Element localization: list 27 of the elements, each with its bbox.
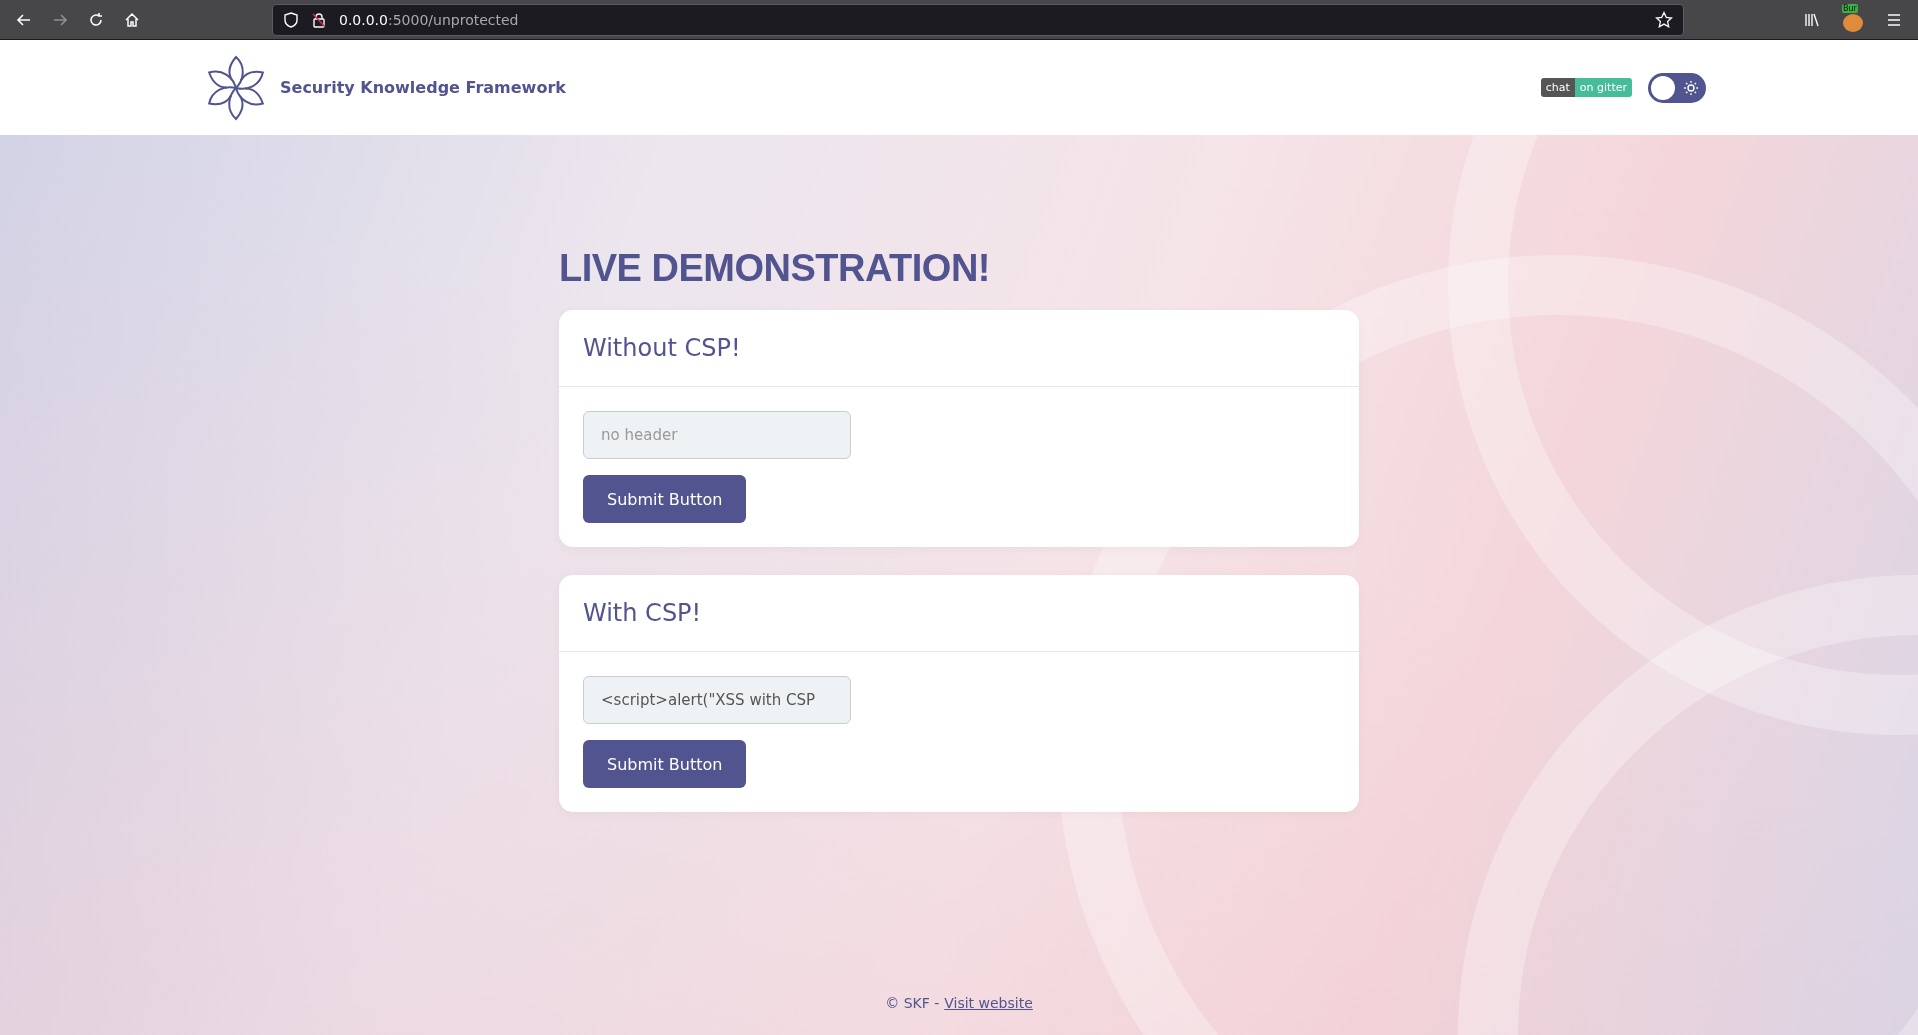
input-field[interactable]: no header <box>583 411 851 459</box>
input-field[interactable]: <script>alert("XSS with CSP <box>583 676 851 724</box>
shield-icon <box>283 11 299 28</box>
reload-icon[interactable] <box>88 11 104 28</box>
address-bar[interactable]: 0.0.0.0:5000/unprotected <box>272 3 1684 36</box>
star-icon[interactable] <box>1655 10 1673 29</box>
sun-icon <box>1683 79 1699 96</box>
submit-button[interactable]: Submit Button <box>583 740 747 788</box>
copyright-text: © SKF - <box>885 995 940 1011</box>
extension-icon[interactable] <box>1843 13 1863 32</box>
home-icon[interactable] <box>124 11 140 28</box>
card-title: With CSP! <box>583 599 703 627</box>
library-icon[interactable] <box>1804 11 1820 28</box>
url-host: 0.0.0.0 <box>339 11 388 28</box>
url-path: :5000/unprotected <box>388 11 519 28</box>
submit-button[interactable]: Submit Button <box>583 475 747 523</box>
brand-name[interactable]: Security Knowledge Framework <box>280 78 566 97</box>
back-arrow-icon[interactable] <box>16 11 32 28</box>
page-title: LIVE DEMONSTRATION! <box>559 247 991 290</box>
card-title: Without CSP! <box>583 334 742 362</box>
extension-badge: Bur <box>1842 3 1858 13</box>
website-link[interactable]: Visit website <box>944 995 1033 1011</box>
flower-logo-icon[interactable] <box>206 54 266 121</box>
menu-icon[interactable] <box>1886 11 1902 28</box>
theme-toggle[interactable] <box>1648 72 1706 103</box>
forward-arrow-icon[interactable] <box>52 11 68 28</box>
lock-icon <box>311 11 327 28</box>
